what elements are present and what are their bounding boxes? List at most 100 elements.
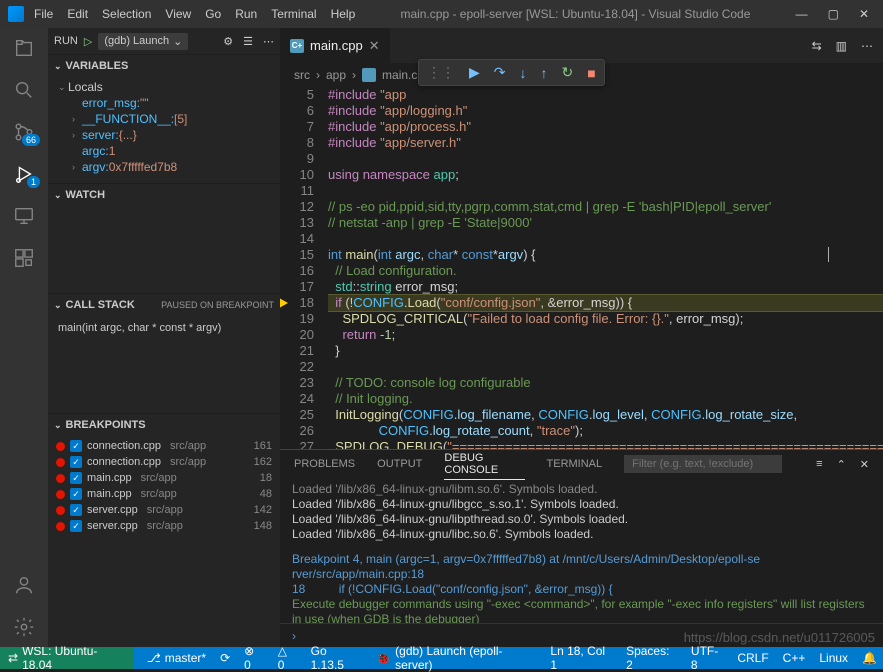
code-line[interactable]: // netstat -anp | grep -E 'State|9000'	[328, 215, 883, 231]
continue-icon[interactable]: ▶	[469, 64, 480, 81]
breakpoint-checkbox[interactable]: ✓	[70, 504, 82, 516]
status-errors[interactable]: ⊗ 0	[244, 644, 264, 672]
tab-main-cpp[interactable]: C+ main.cpp ✕	[280, 28, 391, 63]
var-error-msg[interactable]: error_msg:	[82, 96, 140, 110]
status-debug-config[interactable]: 🐞(gdb) Launch (epoll-server)	[376, 644, 536, 672]
step-into-icon[interactable]: ↓	[520, 65, 527, 81]
menu-run[interactable]: Run	[235, 7, 257, 21]
code-line[interactable]: int main(int argc, char* const*argv) {	[328, 247, 883, 263]
compare-icon[interactable]: ⇆	[812, 39, 822, 53]
settings-icon[interactable]	[12, 615, 36, 639]
run-debug-icon[interactable]: 1	[12, 162, 36, 186]
git-sync[interactable]: ⟳	[220, 651, 230, 665]
notifications-icon[interactable]: 🔔	[862, 644, 877, 672]
gear-icon[interactable]: ⚙	[223, 35, 233, 48]
code-line[interactable]: #include "app/process.h"	[328, 119, 883, 135]
code-line[interactable]: using namespace app;	[328, 167, 883, 183]
code-line[interactable]	[328, 151, 883, 167]
menu-terminal[interactable]: Terminal	[271, 7, 316, 21]
breakpoint-row[interactable]: ✓connection.cppsrc/app161	[48, 438, 280, 454]
drag-grip-icon[interactable]: ⋮⋮	[427, 64, 455, 81]
more-icon[interactable]: ⋯	[263, 35, 274, 48]
menu-view[interactable]: View	[165, 7, 191, 21]
eol-status[interactable]: CRLF	[737, 644, 768, 672]
code-line[interactable]: SPDLOG_DEBUG("==========================…	[328, 439, 883, 449]
encoding-status[interactable]: UTF-8	[691, 644, 723, 672]
indent-status[interactable]: Spaces: 2	[626, 644, 677, 672]
callstack-header[interactable]: ⌄CALL STACKPAUSED ON BREAKPOINT	[48, 294, 280, 316]
code-line[interactable]: }	[328, 343, 883, 359]
filter-input[interactable]	[624, 455, 782, 473]
code-line[interactable]	[328, 183, 883, 199]
breakpoint-row[interactable]: ✓server.cppsrc/app142	[48, 502, 280, 518]
git-branch[interactable]: ⎇master*	[147, 651, 206, 665]
breadcrumb[interactable]: src› app› main.cpp ⋮⋮ ▶ ↷ ↓ ↑ ↻ ■	[280, 63, 883, 87]
cursor-position[interactable]: Ln 18, Col 1	[550, 644, 612, 672]
tab-close-icon[interactable]: ✕	[369, 38, 380, 54]
remote-explorer-icon[interactable]	[12, 204, 36, 228]
code-line[interactable]	[328, 359, 883, 375]
watch-header[interactable]: ⌄WATCH	[48, 184, 280, 206]
extensions-icon[interactable]	[12, 246, 36, 270]
accounts-icon[interactable]	[12, 573, 36, 597]
code-line[interactable]: std::string error_msg;	[328, 279, 883, 295]
breakpoint-checkbox[interactable]: ✓	[70, 520, 82, 532]
code-line[interactable]	[328, 231, 883, 247]
menu-help[interactable]: Help	[331, 7, 356, 21]
panel-maximize-icon[interactable]: ⌃	[837, 458, 846, 471]
code-area[interactable]: 5678910111213141516171819202122232425262…	[280, 87, 883, 449]
panel-close-icon[interactable]: ✕	[860, 458, 869, 471]
var-server[interactable]: server:	[82, 128, 119, 142]
breakpoint-checkbox[interactable]: ✓	[70, 472, 82, 484]
maximize-button[interactable]: ▢	[828, 7, 839, 21]
debug-toolbar[interactable]: ⋮⋮ ▶ ↷ ↓ ↑ ↻ ■	[418, 59, 605, 86]
menu-edit[interactable]: Edit	[67, 7, 88, 21]
step-out-icon[interactable]: ↑	[541, 65, 548, 81]
code-line[interactable]: SPDLOG_CRITICAL("Failed to load config f…	[328, 311, 883, 327]
panel-settings-icon[interactable]: ≡	[816, 458, 822, 471]
language-mode[interactable]: C++	[783, 644, 806, 672]
source-control-icon[interactable]: 66	[12, 120, 36, 144]
start-debug-icon[interactable]: ▷	[84, 35, 92, 48]
editor-more-icon[interactable]: ⋯	[861, 39, 873, 53]
var-argc[interactable]: argc:	[82, 144, 109, 158]
os-status[interactable]: Linux	[819, 644, 848, 672]
code-line[interactable]: InitLogging(CONFIG.log_filename, CONFIG.…	[328, 407, 883, 423]
var-argv[interactable]: argv:	[82, 160, 109, 174]
code-line[interactable]: // ps -eo pid,ppid,sid,tty,pgrp,comm,sta…	[328, 199, 883, 215]
debug-config-select[interactable]: (gdb) Launch⌄	[98, 33, 188, 50]
search-icon[interactable]	[12, 78, 36, 102]
code-line[interactable]: // Load configuration.	[328, 263, 883, 279]
menu-selection[interactable]: Selection	[102, 7, 151, 21]
callstack-frame[interactable]: main(int argc, char * const * argv)	[48, 318, 280, 338]
var-function[interactable]: __FUNCTION__:	[82, 112, 174, 126]
breakpoint-row[interactable]: ✓main.cppsrc/app48	[48, 486, 280, 502]
restart-icon[interactable]: ↻	[562, 64, 574, 81]
close-button[interactable]: ✕	[859, 7, 869, 21]
debug-console-output[interactable]: Loaded '/lib/x86_64-linux-gnu/libm.so.6'…	[280, 478, 883, 623]
menu-file[interactable]: File	[34, 7, 53, 21]
menu-go[interactable]: Go	[205, 7, 221, 21]
split-editor-icon[interactable]: ▥	[836, 39, 847, 53]
variables-header[interactable]: ⌄VARIABLES	[48, 55, 280, 77]
breakpoint-row[interactable]: ✓connection.cppsrc/app162	[48, 454, 280, 470]
code-line[interactable]: #include "app	[328, 87, 883, 103]
code-line[interactable]: return -1;	[328, 327, 883, 343]
stop-icon[interactable]: ■	[587, 65, 595, 81]
status-go[interactable]: Go 1.13.5	[311, 644, 363, 672]
step-over-icon[interactable]: ↷	[494, 64, 506, 81]
explorer-icon[interactable]	[12, 36, 36, 60]
code-line[interactable]: CONFIG.log_rotate_count, "trace");	[328, 423, 883, 439]
breakpoint-checkbox[interactable]: ✓	[70, 488, 82, 500]
tab-output[interactable]: OUTPUT	[377, 455, 422, 473]
tab-problems[interactable]: PROBLEMS	[294, 455, 355, 473]
locals-scope[interactable]: Locals	[68, 80, 103, 94]
minimize-button[interactable]: —	[796, 7, 808, 21]
breakpoints-header[interactable]: ⌄BREAKPOINTS	[48, 414, 280, 436]
breakpoint-checkbox[interactable]: ✓	[70, 440, 82, 452]
code-line[interactable]: // TODO: console log configurable	[328, 375, 883, 391]
tab-debug-console[interactable]: DEBUG CONSOLE	[444, 449, 524, 480]
breakpoint-checkbox[interactable]: ✓	[70, 456, 82, 468]
code-line[interactable]: #include "app/server.h"	[328, 135, 883, 151]
code-line[interactable]: if (!CONFIG.Load("conf/config.json", &er…	[328, 295, 883, 311]
